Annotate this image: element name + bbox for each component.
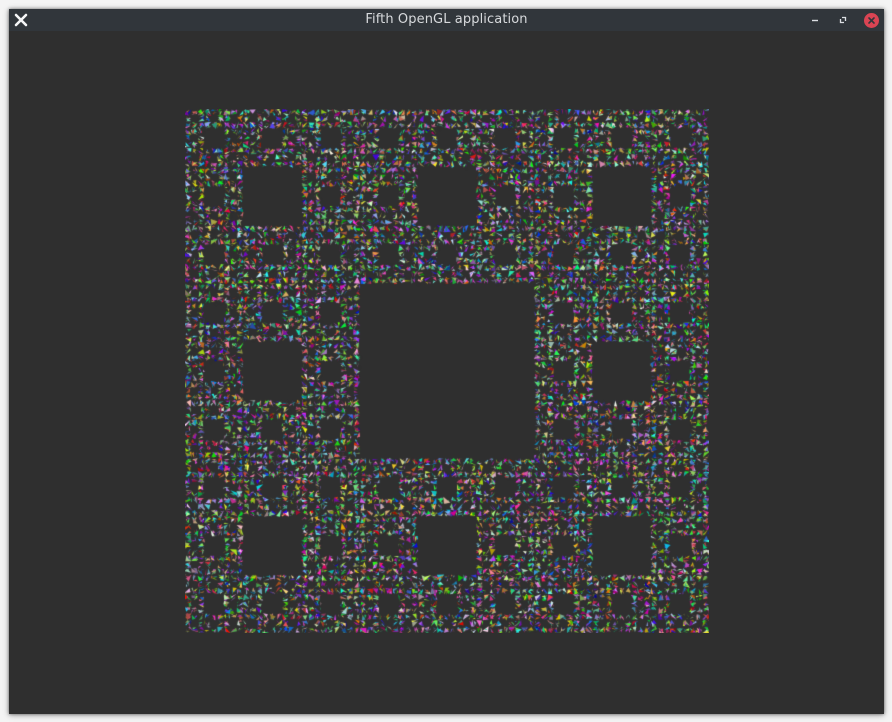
close-icon bbox=[867, 16, 875, 24]
minimize-icon bbox=[812, 19, 818, 22]
title-bar[interactable]: Fifth OpenGL application bbox=[9, 9, 884, 31]
app-window: Fifth OpenGL application bbox=[9, 9, 884, 714]
close-button[interactable] bbox=[862, 11, 880, 29]
minimize-button[interactable] bbox=[806, 11, 824, 29]
restore-icon bbox=[839, 16, 847, 24]
window-title: Fifth OpenGL application bbox=[365, 12, 528, 27]
close-button-circle bbox=[863, 12, 879, 28]
maximize-button[interactable] bbox=[834, 11, 852, 29]
sierpinski-carpet-fractal bbox=[185, 109, 709, 633]
opengl-viewport[interactable] bbox=[9, 31, 884, 714]
